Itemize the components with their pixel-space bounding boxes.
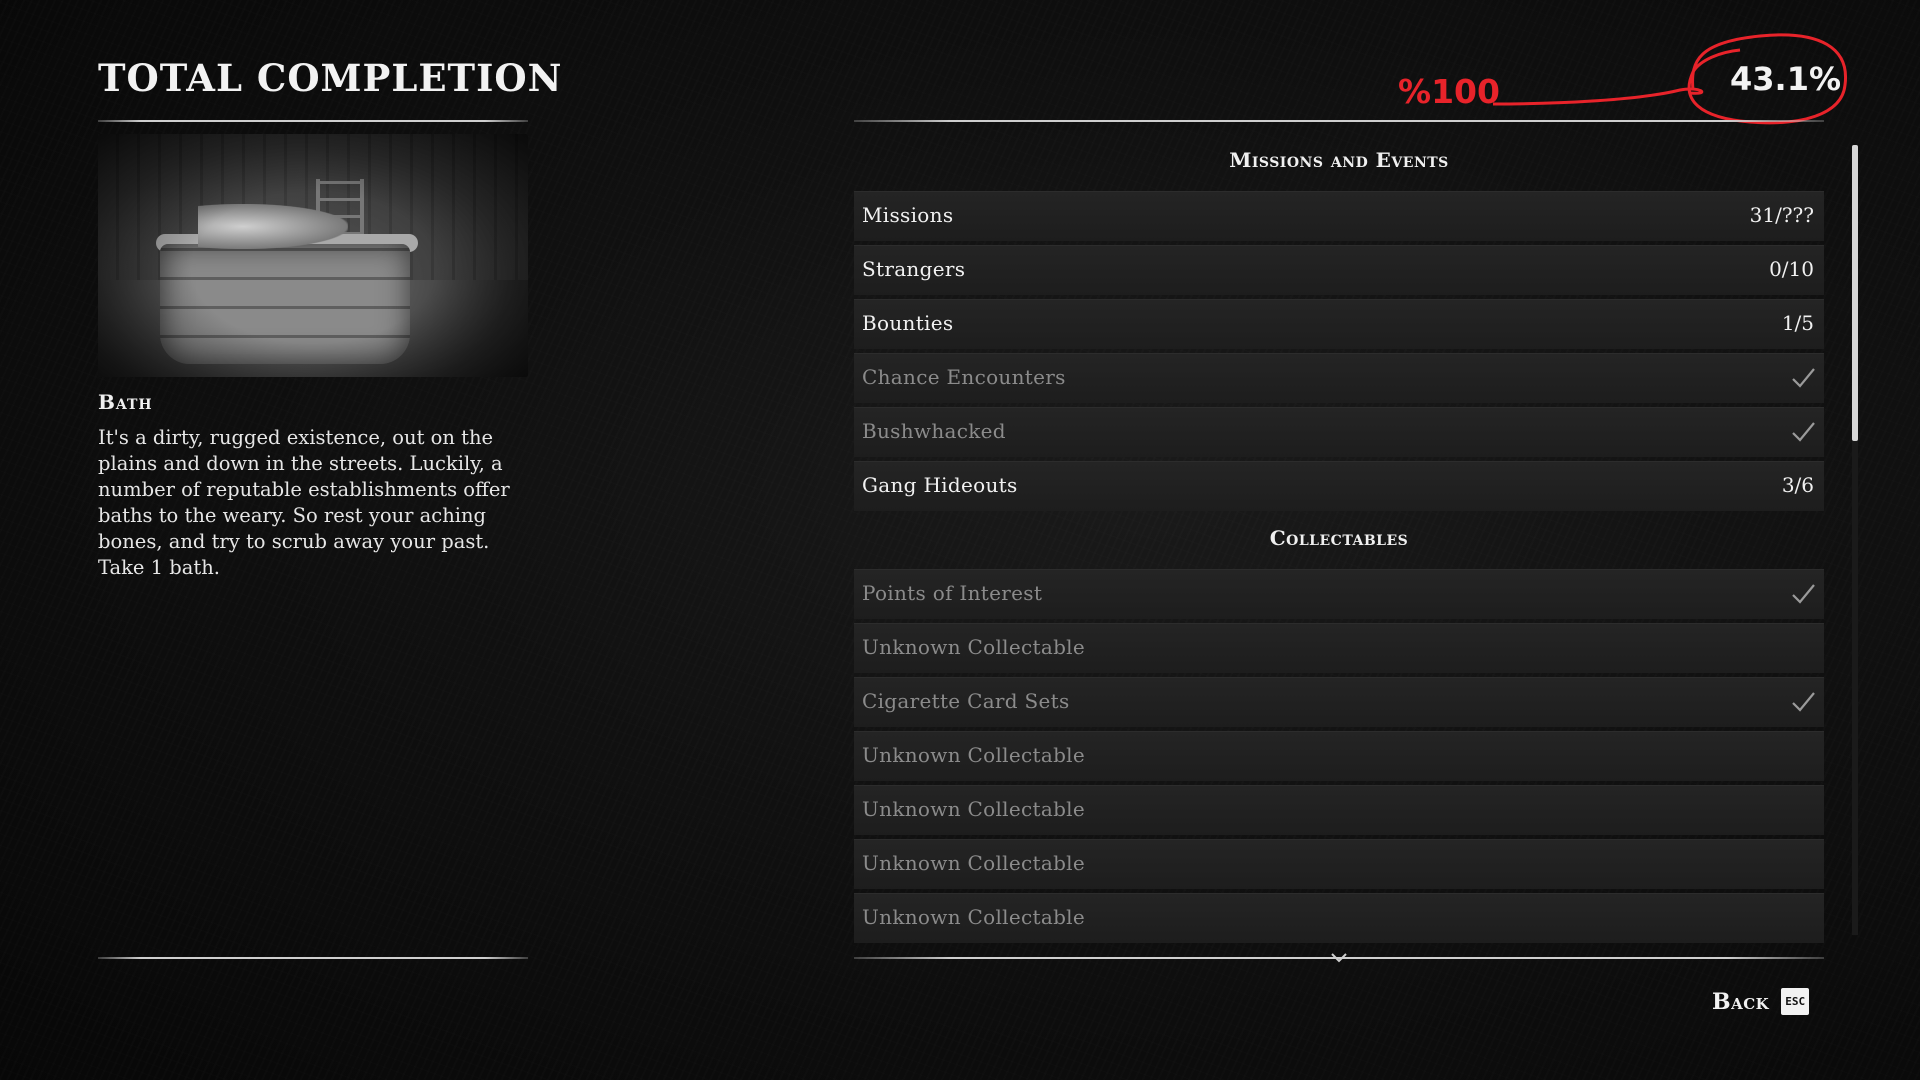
total-completion-percent: 43.1% [1730, 60, 1842, 98]
checkmark-icon [1792, 422, 1815, 442]
list-row-unknown-collectable[interactable]: Unknown Collectable [854, 731, 1824, 781]
row-label: Gang Hideouts [862, 473, 1018, 497]
item-description: It's a dirty, rugged existence, out on t… [98, 426, 510, 579]
checkmark-icon [1792, 368, 1815, 388]
list-row-bounties[interactable]: Bounties 1/5 [854, 299, 1824, 349]
row-label: Unknown Collectable [862, 743, 1086, 767]
list-row-points-of-interest[interactable]: Points of Interest [854, 569, 1824, 619]
chevron-down-icon[interactable] [1331, 952, 1347, 964]
section-header-collectables: Collectables [1269, 526, 1409, 550]
row-label: Bounties [862, 311, 954, 335]
row-label: Points of Interest [862, 581, 1043, 605]
list-row-gang-hideouts[interactable]: Gang Hideouts 3/6 [854, 461, 1824, 511]
scrollbar-thumb[interactable] [1852, 145, 1858, 441]
back-label: Back [1712, 988, 1770, 1015]
list-row-cigarette-card-sets[interactable]: Cigarette Card Sets [854, 677, 1824, 727]
list-row-unknown-collectable[interactable]: Unknown Collectable [854, 839, 1824, 889]
left-divider-top [98, 120, 528, 122]
row-value: 1/5 [1781, 311, 1814, 335]
list-row-chance-encounters[interactable]: Chance Encounters [854, 353, 1824, 403]
row-label: Unknown Collectable [862, 905, 1086, 929]
row-label: Bushwhacked [862, 419, 1006, 443]
left-divider-bottom [98, 957, 528, 959]
row-label: Unknown Collectable [862, 797, 1086, 821]
row-label: Cigarette Card Sets [862, 689, 1070, 713]
back-button[interactable]: Back ESC [1712, 988, 1810, 1015]
esc-key-icon: ESC [1781, 988, 1810, 1015]
list-row-unknown-collectable[interactable]: Unknown Collectable [854, 785, 1824, 835]
checkmark-icon [1792, 692, 1815, 712]
row-label: Strangers [862, 257, 966, 281]
list-row-unknown-collectable[interactable]: Unknown Collectable [854, 893, 1824, 943]
row-label: Unknown Collectable [862, 635, 1086, 659]
row-value: 31/??? [1749, 203, 1814, 227]
item-title: Bath [98, 390, 153, 414]
list-row-bushwhacked[interactable]: Bushwhacked [854, 407, 1824, 457]
red-annotation-label: %100 [1398, 72, 1500, 111]
row-value: 3/6 [1781, 473, 1814, 497]
list-row-unknown-collectable[interactable]: Unknown Collectable [854, 623, 1824, 673]
row-label: Missions [862, 203, 954, 227]
list-row-missions[interactable]: Missions 31/??? [854, 191, 1824, 241]
section-header-missions: Missions and Events [1229, 148, 1449, 172]
row-label: Chance Encounters [862, 365, 1066, 389]
page-title: TOTAL COMPLETION [98, 56, 563, 100]
row-label: Unknown Collectable [862, 851, 1086, 875]
item-image-bath [98, 134, 528, 377]
row-value: 0/10 [1769, 257, 1814, 281]
right-divider-top [854, 120, 1824, 122]
checkmark-icon [1792, 584, 1815, 604]
list-row-strangers[interactable]: Strangers 0/10 [854, 245, 1824, 295]
